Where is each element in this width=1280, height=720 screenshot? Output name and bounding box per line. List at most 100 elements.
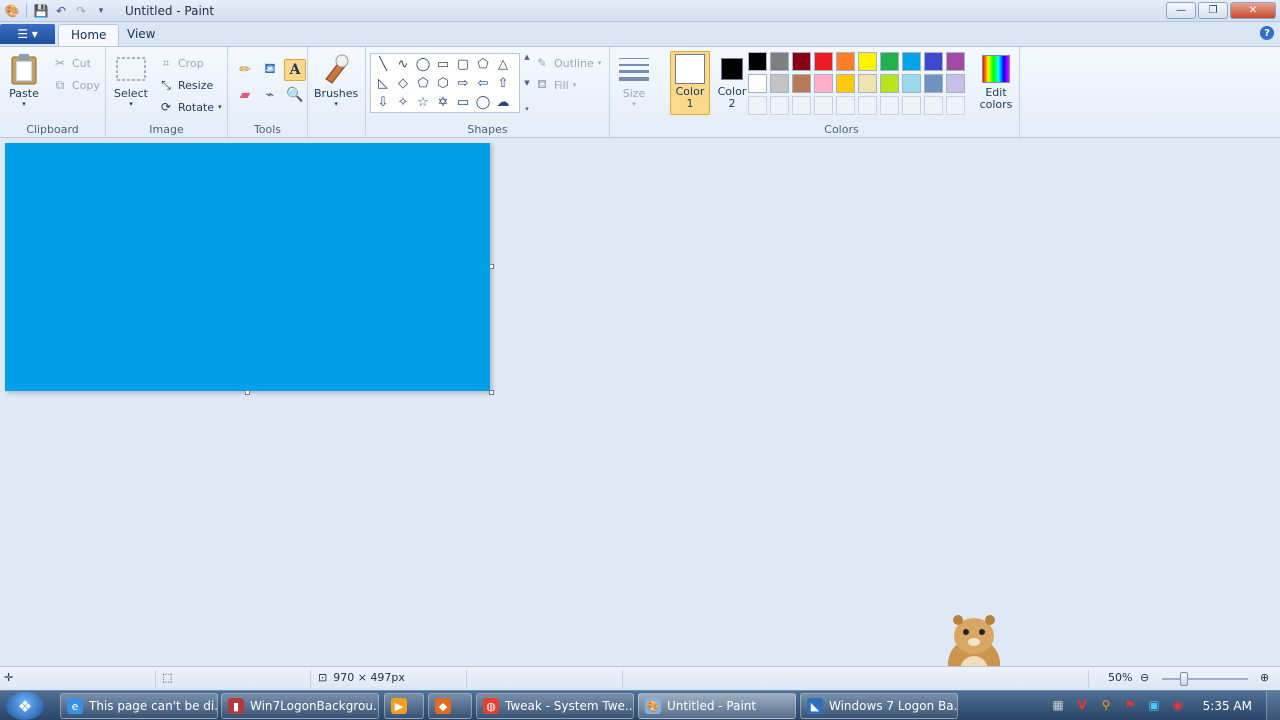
resize-handle-right[interactable] <box>489 264 494 269</box>
copy-button[interactable]: ⧉ Copy <box>52 77 100 93</box>
palette-color-2-2[interactable] <box>770 74 789 93</box>
cloud-callout-shape-icon[interactable]: ☁ <box>493 93 513 112</box>
palette-custom-slot-5[interactable] <box>836 96 855 115</box>
eraser-icon[interactable]: ▰ <box>234 84 256 106</box>
paint-menu-button[interactable]: ☰ ▾ <box>0 24 55 44</box>
rounded-rectangle-shape-icon[interactable]: ▢ <box>453 55 473 74</box>
undo-icon[interactable]: ↶ <box>53 3 69 19</box>
resize-button[interactable]: ⤡ Resize <box>158 77 213 93</box>
color2-button[interactable]: Color 2 <box>712 51 752 115</box>
palette-color-1-3[interactable] <box>792 52 811 71</box>
pencil-icon[interactable]: ✏ <box>234 59 256 81</box>
palette-custom-slot-10[interactable] <box>946 96 965 115</box>
up-arrow-shape-icon[interactable]: ⇧ <box>493 74 513 93</box>
palette-color-1-6[interactable] <box>858 52 877 71</box>
tray-search-icon[interactable]: ⚲ <box>1098 697 1114 713</box>
taskbar-item-4[interactable]: ◆ <box>428 693 472 719</box>
edit-colors-button[interactable]: Edit colors <box>976 53 1016 111</box>
outline-button[interactable]: ✎ Outline ▾ <box>534 55 601 71</box>
palette-custom-slot-3[interactable] <box>792 96 811 115</box>
customize-qat-icon[interactable]: ▾ <box>93 3 109 19</box>
close-button[interactable]: ✕ <box>1230 2 1276 19</box>
tray-app-icon[interactable]: ▦ <box>1050 697 1066 713</box>
six-point-star-shape-icon[interactable]: ✡ <box>433 93 453 112</box>
fill-bucket-icon[interactable]: ⛾ <box>259 59 281 81</box>
palette-custom-slot-7[interactable] <box>880 96 899 115</box>
palette-color-1-8[interactable] <box>902 52 921 71</box>
paint-app-icon[interactable]: 🎨 <box>4 3 20 19</box>
taskbar-item-7[interactable]: ◣ Windows 7 Logon Ba... <box>800 693 958 719</box>
resize-handle-corner[interactable] <box>489 390 494 395</box>
taskbar-item-2[interactable]: ▮ Win7LogonBackgrou... <box>221 693 379 719</box>
palette-color-2-6[interactable] <box>858 74 877 93</box>
tray-network-icon[interactable]: ▣ <box>1146 697 1162 713</box>
palette-color-2-10[interactable] <box>946 74 965 93</box>
tray-v-icon[interactable]: V <box>1074 697 1090 713</box>
down-arrow-shape-icon[interactable]: ⇩ <box>373 93 393 112</box>
palette-custom-slot-8[interactable] <box>902 96 921 115</box>
clock[interactable]: 5:35 AM <box>1203 699 1252 713</box>
magnifier-icon[interactable]: 🔍 <box>284 84 306 106</box>
palette-custom-slot-6[interactable] <box>858 96 877 115</box>
palette-color-2-5[interactable] <box>836 74 855 93</box>
rotate-button[interactable]: ⟳ Rotate ▾ <box>158 99 222 115</box>
show-desktop-button[interactable] <box>1266 691 1280 720</box>
palette-color-2-3[interactable] <box>792 74 811 93</box>
taskbar-item-1[interactable]: e This page can't be di... <box>60 693 218 719</box>
palette-custom-slot-4[interactable] <box>814 96 833 115</box>
palette-color-1-5[interactable] <box>836 52 855 71</box>
chevron-down-icon[interactable]: ▼ <box>524 79 529 87</box>
minimize-button[interactable]: — <box>1166 2 1196 19</box>
taskbar-item-3[interactable]: ▶ <box>384 693 424 719</box>
right-triangle-shape-icon[interactable]: ◺ <box>373 74 393 93</box>
palette-color-2-1[interactable] <box>748 74 767 93</box>
select-button[interactable]: Select ▾ <box>114 53 148 108</box>
help-icon[interactable]: ? <box>1260 26 1274 40</box>
palette-custom-slot-9[interactable] <box>924 96 943 115</box>
restore-button[interactable]: ❐ <box>1198 2 1228 19</box>
palette-color-1-7[interactable] <box>880 52 899 71</box>
tab-home[interactable]: Home <box>58 24 120 46</box>
palette-color-1-10[interactable] <box>946 52 965 71</box>
color1-button[interactable]: Color 1 <box>670 51 710 115</box>
palette-custom-slot-1[interactable] <box>748 96 767 115</box>
palette-color-1-4[interactable] <box>814 52 833 71</box>
zoom-out-button[interactable]: ⊖ <box>1140 671 1149 684</box>
zoom-slider-thumb[interactable] <box>1179 672 1188 686</box>
tray-flag-icon[interactable]: ⚑ <box>1122 697 1138 713</box>
right-arrow-shape-icon[interactable]: ⇨ <box>453 74 473 93</box>
oval-callout-shape-icon[interactable]: ◯ <box>473 93 493 112</box>
zoom-in-button[interactable]: ⊕ <box>1260 671 1269 684</box>
cut-button[interactable]: ✂ Cut <box>52 55 91 71</box>
brushes-button[interactable]: Brushes ▾ <box>314 53 358 108</box>
palette-color-2-4[interactable] <box>814 74 833 93</box>
five-point-star-shape-icon[interactable]: ☆ <box>413 93 433 112</box>
curve-shape-icon[interactable]: ∿ <box>393 55 413 74</box>
start-button[interactable]: ❖ <box>6 692 44 720</box>
chevron-up-icon[interactable]: ▲ <box>524 53 529 61</box>
taskbar-item-5[interactable]: ◍ Tweak - System Twe... <box>476 693 634 719</box>
triangle-shape-icon[interactable]: △ <box>493 55 513 74</box>
crop-button[interactable]: ⌗ Crop <box>158 55 204 71</box>
zoom-slider-track[interactable] <box>1162 678 1248 680</box>
palette-custom-slot-2[interactable] <box>770 96 789 115</box>
palette-color-1-1[interactable] <box>748 52 767 71</box>
polygon-shape-icon[interactable]: ⬠ <box>473 55 493 74</box>
four-point-star-shape-icon[interactable]: ✧ <box>393 93 413 112</box>
tray-record-icon[interactable]: ◉ <box>1170 697 1186 713</box>
hexagon-shape-icon[interactable]: ⬡ <box>433 74 453 93</box>
fill-button[interactable]: ⛾ Fill ▾ <box>534 77 576 93</box>
color-picker-icon[interactable]: ⌁ <box>259 84 281 106</box>
rectangle-shape-icon[interactable]: ▭ <box>433 55 453 74</box>
taskbar-item-6[interactable]: 🎨 Untitled - Paint <box>638 693 796 719</box>
palette-color-1-2[interactable] <box>770 52 789 71</box>
shapes-scroll[interactable]: ▲ ▼ ▾ <box>521 53 533 113</box>
save-icon[interactable]: 💾 <box>33 3 49 19</box>
paste-button[interactable]: Paste ▾ <box>8 53 40 108</box>
diamond-shape-icon[interactable]: ◇ <box>393 74 413 93</box>
expand-gallery-icon[interactable]: ▾ <box>525 105 529 113</box>
size-button[interactable]: Size ▾ <box>618 53 650 108</box>
palette-color-2-8[interactable] <box>902 74 921 93</box>
left-arrow-shape-icon[interactable]: ⇦ <box>473 74 493 93</box>
text-tool-icon[interactable]: A <box>284 59 306 81</box>
